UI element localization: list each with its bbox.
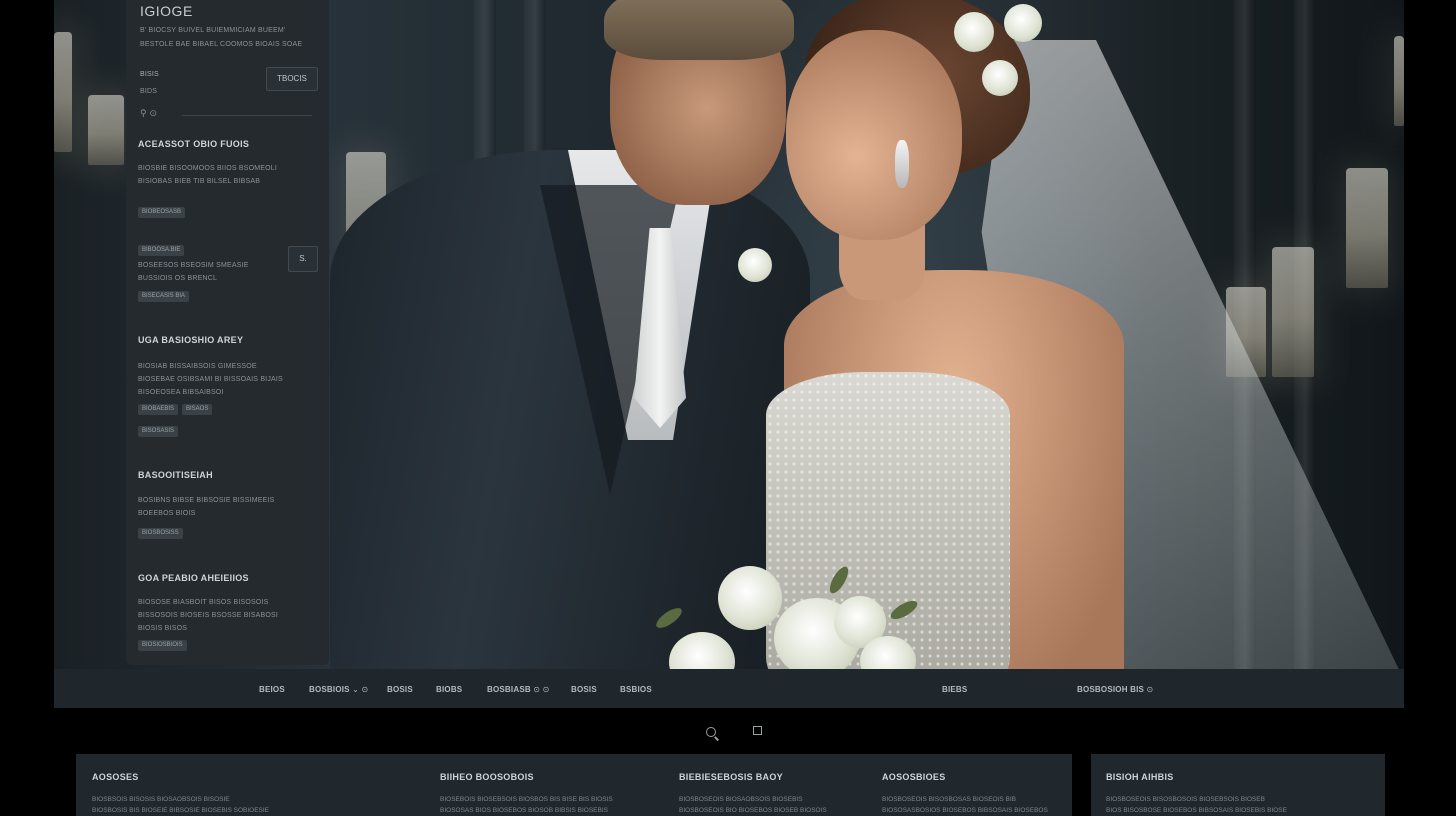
card-line: BIOSOSAS BIOS BIOSEBOS BIOSOB BIBSIS BIO… bbox=[440, 807, 608, 814]
tool-sublabel: BIDS bbox=[140, 88, 158, 95]
card-line: BIOSBOSIS BIS BIOSEIE BIBSOSIE BIOSEBIS … bbox=[92, 807, 270, 814]
main-navbar: BEIOS BOSBIOIS ⌄ ⊙ BOSIS BIOBS BOSBIASB … bbox=[54, 669, 1404, 708]
boutonniere bbox=[738, 248, 772, 282]
section-line: BOSIBNS BIBSE BIBSOSIE BISSIMEEIS bbox=[138, 497, 275, 504]
card-line: BIOSBOSEOIS BIO BIOSEBOS BIOSEB BIOSOIS bbox=[679, 807, 827, 814]
nav-item[interactable]: BOSBIASB ⊙ ⊙ bbox=[487, 685, 550, 694]
brand-logo-text: IGIOGE bbox=[140, 3, 193, 19]
nav-item[interactable]: BEIOS bbox=[259, 685, 285, 694]
candle bbox=[88, 95, 124, 165]
candle bbox=[1272, 247, 1314, 377]
hair-flower bbox=[982, 60, 1018, 96]
search-icon[interactable] bbox=[706, 727, 716, 737]
nav-item-suffix: ⊙ ⊙ bbox=[533, 685, 550, 694]
card-title: AOSOSES bbox=[92, 772, 139, 782]
nav-item-label: BIEBS bbox=[942, 685, 968, 694]
brand-tagline: BESTOLE BAE BIBAEL COOMOS BIOAIS SOAE bbox=[140, 41, 303, 48]
section-line: BIOSOSE BIASBOIT BISOS BISOSOIS bbox=[138, 599, 269, 606]
section-line: BISSOSOIS BIOSEIS BSOSSE BISABOSI bbox=[138, 612, 279, 619]
section-chip[interactable]: BISECASIS BIA bbox=[138, 291, 190, 302]
card-title: BIEBIESEBOSIS BAOY bbox=[679, 772, 783, 782]
card-line: BIOSBSOIS BISOSIS BIOSAOBSOIS BISOSIE bbox=[92, 796, 230, 803]
nav-item[interactable]: BIEBS bbox=[942, 685, 967, 694]
card-line: BIOSBOSEOIS BISOSBOSAS BIOSEOIS BIB bbox=[882, 796, 1017, 803]
nav-item[interactable]: BIOBS bbox=[436, 685, 462, 694]
section-chip[interactable]: BISOSASIS bbox=[138, 426, 179, 437]
nav-item-label: BSBIOS bbox=[620, 685, 652, 694]
card-line: BIOSBOSEOIS BIOSAOBSOIS BIOSEBIS bbox=[679, 796, 803, 803]
card-line: BIOSBOSEOIS BISOSBOSOIS BIOSEBSOIS BIOSE… bbox=[1106, 796, 1265, 803]
earring bbox=[895, 140, 909, 188]
brand-tagline: B' BIOCSY BUIVEL BUIEMMICIAM BUEEM' bbox=[140, 27, 286, 34]
bouquet-rose bbox=[718, 566, 782, 630]
nav-item[interactable]: BOSIS bbox=[387, 685, 413, 694]
tool-icons[interactable]: ⚲ ⊙ bbox=[140, 108, 157, 119]
card-line: BIOSEBOIS BIOSEBSOIS BIOSBOS BIS BISE BI… bbox=[440, 796, 613, 803]
section-title: UGA BASIOSHIO AREY bbox=[138, 335, 244, 345]
section-line: BOEEBOS BIOIS bbox=[138, 510, 196, 517]
candle bbox=[1394, 36, 1404, 126]
nav-item-suffix: ⊙ bbox=[1146, 685, 1154, 694]
nav-item-label: BOSBIASB bbox=[487, 685, 531, 694]
info-card: BISIOH AIHBIS BIOSBOSEOIS BISOSBOSOIS BI… bbox=[1091, 754, 1385, 816]
nav-item[interactable]: BSBIOS bbox=[620, 685, 652, 694]
top-action-button[interactable]: TBOCIS bbox=[266, 67, 318, 91]
section-title: GOA PEABIO AHEIEIIOS bbox=[138, 573, 249, 583]
section-line: BISIOBAS BIEB TIB BILSEL BIBSAB bbox=[138, 178, 261, 185]
section-chip[interactable]: BIOSBOSISS bbox=[138, 528, 183, 539]
section-chip[interactable]: BIBOOSA.BIE bbox=[138, 245, 185, 256]
hair-flower bbox=[1004, 4, 1042, 42]
hair-flower bbox=[954, 12, 994, 52]
bride-head bbox=[786, 30, 962, 240]
info-card-group: AOSOSES BIOSBSOIS BISOSIS BIOSAOBSOIS BI… bbox=[76, 754, 1072, 816]
nav-item-label: BEIOS bbox=[259, 685, 285, 694]
section-line: BOSEESOS BSEOSIM SMEASIE bbox=[138, 262, 249, 269]
section-line: BIOSIS BISOS bbox=[138, 625, 188, 632]
section-chip[interactable]: BIOSIOSBIOIS bbox=[138, 640, 187, 651]
section-title: BASOOITISEIAH bbox=[138, 470, 213, 480]
card-line: BIOS BISOSBOSE BIOSEBOS BIBSOSAIS BIOSEB… bbox=[1106, 807, 1287, 814]
groom-hair bbox=[604, 0, 794, 60]
candle bbox=[1346, 168, 1388, 288]
nav-item-suffix: ⌄ ⊙ bbox=[352, 685, 369, 694]
nav-item[interactable]: BOSIS bbox=[571, 685, 597, 694]
nav-item-label: BIOBS bbox=[436, 685, 463, 694]
square-icon[interactable] bbox=[753, 726, 762, 735]
card-title: BIIHEO BOOSOBOIS bbox=[440, 772, 534, 782]
section-action-button[interactable]: S. bbox=[288, 246, 318, 272]
card-title: AOSOSBIOES bbox=[882, 772, 946, 782]
tool-label: BISIS bbox=[140, 71, 159, 78]
nav-item[interactable]: BOSBIOIS ⌄ ⊙ bbox=[309, 685, 368, 694]
section-line: BUSSIOIS OS BRENCL bbox=[138, 275, 218, 282]
sidebar-panel: IGIOGE B' BIOCSY BUIVEL BUIEMMICIAM BUEE… bbox=[126, 0, 329, 665]
section-chip[interactable]: BISAOS bbox=[182, 404, 213, 415]
nav-item-label: BOSBIOIS bbox=[309, 685, 350, 694]
card-line: BIOSOSASBOSIOS BIOSEBOS BIBSOSAIS BIOSEB… bbox=[882, 807, 1048, 814]
section-title: ACEASSOT OBIO FUOIS bbox=[138, 139, 250, 149]
nav-item[interactable]: BOSBOSIOH BIS ⊙ bbox=[1077, 685, 1153, 694]
candle bbox=[54, 32, 72, 152]
divider bbox=[182, 115, 312, 116]
nav-item-label: BOSIS bbox=[387, 685, 413, 694]
section-chip[interactable]: BIOBAEBIS bbox=[138, 404, 179, 415]
section-line: BISOEOSEA BIBSAIBSOI bbox=[138, 389, 224, 396]
section-chip[interactable]: BIOBEOSASB bbox=[138, 207, 186, 218]
section-line: BIOSBIE BISOOMOOS BIIOS BSOMEOLI bbox=[138, 165, 278, 172]
nav-item-label: BOSIS bbox=[571, 685, 597, 694]
nav-item-label: BOSBOSIOH BIS bbox=[1077, 685, 1145, 694]
card-title: BISIOH AIHBIS bbox=[1106, 772, 1174, 782]
section-line: BIOSEBAE OSIBSAMI BI BISSOAIS BIJAIS bbox=[138, 376, 283, 383]
section-line: BIOSIAB BISSAIBSOIS GIMESSOE bbox=[138, 363, 257, 370]
